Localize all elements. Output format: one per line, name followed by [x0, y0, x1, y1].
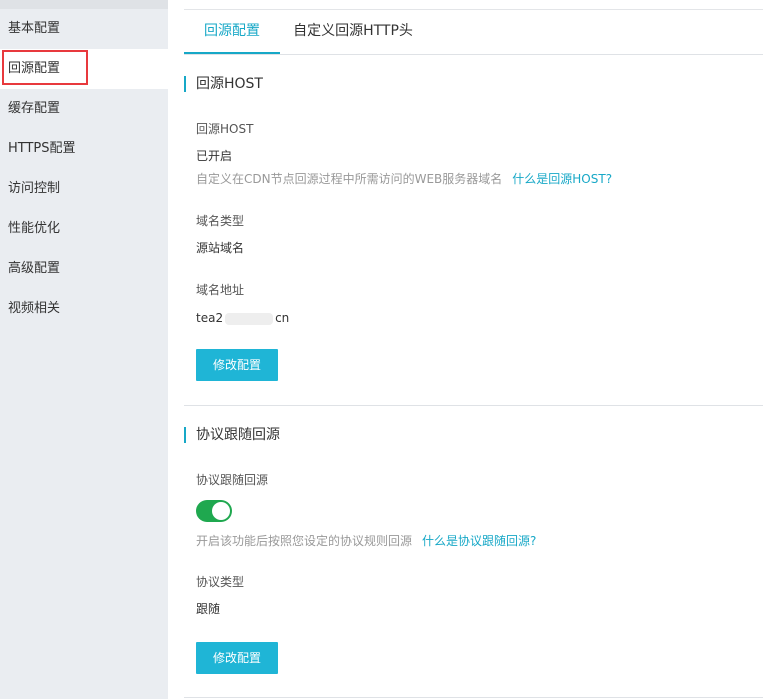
toggle-knob [212, 502, 230, 520]
sidebar-top-strip [0, 0, 168, 9]
protocol-type-value: 跟随 [196, 602, 221, 616]
domain-address-value: tea2 cn [196, 310, 289, 326]
protocol-follow-toggle[interactable] [196, 500, 232, 522]
domain-type-label: 域名类型 [196, 214, 245, 228]
protocol-follow-help-link[interactable]: 什么是协议跟随回源? [422, 534, 536, 548]
tab-bar: 回源配置 自定义回源HTTP头 [184, 10, 763, 55]
sidebar-item-basic[interactable]: 基本配置 [0, 9, 168, 49]
domain-address-suffix: cn [275, 311, 290, 325]
protocol-follow-label: 协议跟随回源 [196, 473, 269, 487]
protocol-type-label: 协议类型 [196, 575, 245, 589]
origin-host-desc-text: 自定义在CDN节点回源过程中所需访问的WEB服务器域名 [196, 172, 503, 186]
protocol-follow-desc-text: 开启该功能后按照您设定的协议规则回源 [196, 534, 413, 548]
modify-protocol-config-button[interactable]: 修改配置 [196, 642, 278, 674]
protocol-follow-description: 开启该功能后按照您设定的协议规则回源 什么是协议跟随回源? [196, 533, 536, 549]
sidebar-item-advanced[interactable]: 高级配置 [0, 249, 168, 289]
origin-host-status: 已开启 [196, 149, 233, 163]
domain-type-value: 源站域名 [196, 241, 245, 255]
sidebar-item-performance[interactable]: 性能优化 [0, 209, 168, 249]
section-title-origin-host: 回源HOST [184, 76, 263, 92]
main-content: 回源配置 自定义回源HTTP头 回源HOST 回源HOST 已开启 自定义在CD… [168, 0, 763, 699]
sidebar-item-video[interactable]: 视频相关 [0, 289, 168, 329]
sidebar-item-access-control[interactable]: 访问控制 [0, 169, 168, 209]
sidebar-item-cache[interactable]: 缓存配置 [0, 89, 168, 129]
domain-address-prefix: tea2 [196, 311, 224, 325]
sidebar: 基本配置 回源配置 缓存配置 HTTPS配置 访问控制 性能优化 高级配置 视频… [0, 0, 168, 699]
origin-host-description: 自定义在CDN节点回源过程中所需访问的WEB服务器域名 什么是回源HOST? [196, 171, 612, 187]
tab-custom-origin-http-header[interactable]: 自定义回源HTTP头 [288, 10, 418, 54]
bottom-divider [184, 697, 763, 698]
sidebar-item-https[interactable]: HTTPS配置 [0, 129, 168, 169]
modify-host-config-button[interactable]: 修改配置 [196, 349, 278, 381]
section-title-protocol-follow: 协议跟随回源 [184, 427, 280, 443]
origin-host-help-link[interactable]: 什么是回源HOST? [512, 172, 612, 186]
sidebar-item-origin[interactable]: 回源配置 [0, 49, 168, 89]
section-divider [184, 405, 763, 406]
tab-origin-config[interactable]: 回源配置 [184, 10, 280, 54]
origin-host-label: 回源HOST [196, 122, 254, 136]
domain-address-label: 域名地址 [196, 283, 245, 297]
redacted-mask [225, 312, 274, 325]
